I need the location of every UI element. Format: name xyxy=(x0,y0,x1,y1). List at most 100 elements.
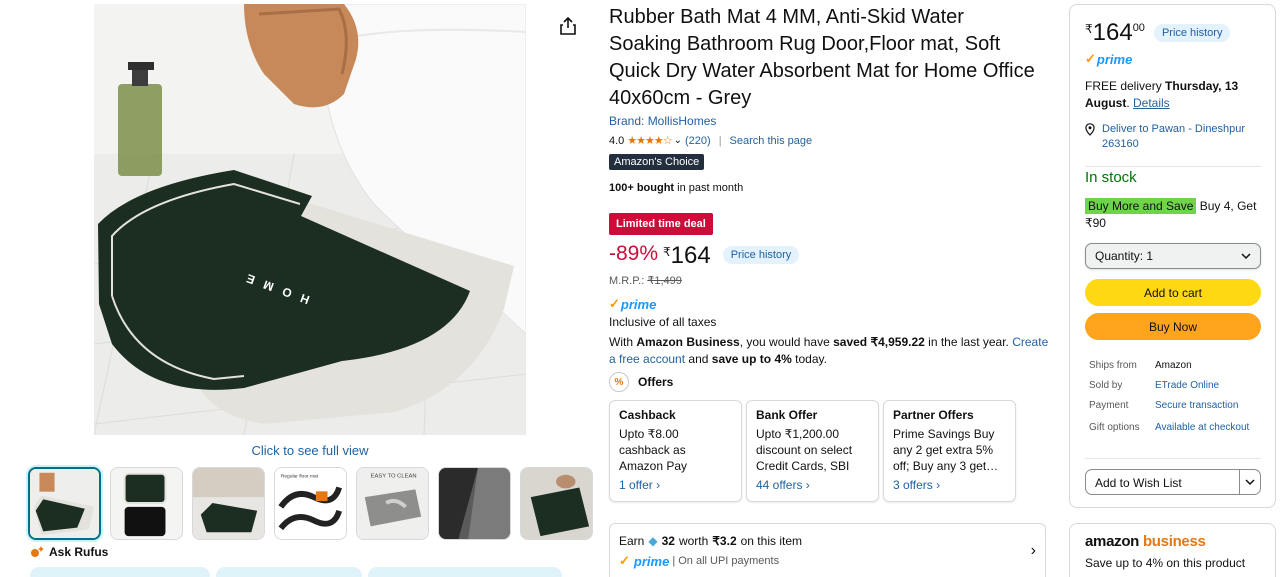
secure-transaction-link[interactable]: Secure transaction xyxy=(1155,400,1238,411)
amazon-business-box[interactable]: amazon business Save up to 4% on this pr… xyxy=(1069,523,1276,577)
offer-card-cashback[interactable]: Cashback Upto ₹8.00 cashback as Amazon P… xyxy=(609,400,742,502)
rufus-chip[interactable] xyxy=(368,567,562,577)
search-this-page-link[interactable]: Search this page xyxy=(730,135,813,147)
buy-now-button[interactable]: Buy Now xyxy=(1085,313,1261,340)
offer-card-title: Partner Offers xyxy=(893,408,974,422)
amazon-business-subtitle: Save up to 4% on this product xyxy=(1085,556,1246,570)
bought-in-past-month: 100+ bought in past month xyxy=(609,182,743,194)
delivery-info: FREE delivery Thursday, 13 August. Detai… xyxy=(1085,78,1270,112)
thumbnail-2[interactable] xyxy=(110,467,183,540)
deliver-to-text: Deliver to Pawan - Dineshpur 263160 xyxy=(1102,123,1246,150)
offer-card-bank[interactable]: Bank Offer Upto ₹1,200.00 discount on se… xyxy=(746,400,879,502)
chevron-down-icon[interactable] xyxy=(1240,470,1260,494)
chevron-down-icon xyxy=(1241,252,1251,259)
offers-percent-icon: % xyxy=(609,372,629,392)
offer-card-link[interactable]: 44 offers › xyxy=(756,478,869,492)
offer-card-link[interactable]: 3 offers › xyxy=(893,478,1006,492)
offer-card-partner[interactable]: Partner Offers Prime Savings Buy any 2 g… xyxy=(883,400,1016,502)
rufus-suggestion-chips xyxy=(30,567,562,577)
biz-text-part: in the last year. xyxy=(924,335,1013,349)
buy-more-save: Buy More and Save Buy 4, Get ₹90 xyxy=(1085,198,1270,232)
prime-badge: ✓ prime xyxy=(609,296,656,312)
biz-text-part: and xyxy=(685,352,712,366)
info-value: Amazon xyxy=(1155,359,1192,371)
buy-box: ₹ 164 00 Price history ✓ prime FREE deli… xyxy=(1069,4,1276,508)
currency-symbol: ₹ xyxy=(1085,22,1093,36)
price-row: -89% ₹ 164 Price history xyxy=(609,242,800,270)
review-count-link[interactable]: (220) xyxy=(685,135,711,147)
info-row-sold-by: Sold by ETrade Online xyxy=(1089,375,1249,395)
thumbnail-6[interactable] xyxy=(438,467,511,540)
quantity-select[interactable]: Quantity: 1 xyxy=(1085,243,1261,269)
bought-count: 100+ bought xyxy=(609,182,675,194)
add-to-cart-button[interactable]: Add to cart xyxy=(1085,279,1261,306)
amazon-business-logo: amazon business xyxy=(1085,533,1260,550)
inclusive-taxes-text: Inclusive of all taxes xyxy=(609,315,717,329)
upi-text: | On all UPI payments xyxy=(672,555,780,567)
thumbnail-7[interactable] xyxy=(520,467,593,540)
biz-text-part: With xyxy=(609,335,637,349)
rufus-chip[interactable] xyxy=(216,567,362,577)
divider xyxy=(1085,166,1261,167)
info-row-payment: Payment Secure transaction xyxy=(1089,395,1249,415)
earn-worth-value: ₹3.2 xyxy=(712,534,737,548)
delivery-text: . xyxy=(1126,96,1133,110)
bought-period: in past month xyxy=(674,182,744,194)
seller-info: Ships from Amazon Sold by ETrade Online … xyxy=(1089,355,1249,439)
prime-logo: prime xyxy=(633,553,670,569)
share-icon[interactable] xyxy=(558,16,578,36)
deliver-to-location[interactable]: Deliver to Pawan - Dineshpur 263160 xyxy=(1085,122,1270,152)
limited-time-deal-badge: Limited time deal xyxy=(609,213,713,235)
location-pin-icon xyxy=(1085,123,1095,136)
gift-options-link[interactable]: Available at checkout xyxy=(1155,422,1249,433)
thumbnail-3[interactable] xyxy=(192,467,265,540)
earn-rewards-box[interactable]: Earn ◆ 32 worth ₹3.2 on this item ✓ prim… xyxy=(609,523,1046,577)
rating-row: 4.0 ★★★★☆ ⌄ (220) | Search this page xyxy=(609,134,813,148)
biz-save-percent: save up to 4% xyxy=(711,352,792,366)
info-key: Sold by xyxy=(1089,379,1123,391)
prime-check-icon: ✓ xyxy=(619,553,630,568)
currency-symbol: ₹ xyxy=(663,245,671,259)
prime-logo: prime xyxy=(620,296,657,312)
info-key: Ships from xyxy=(1089,359,1137,371)
chevron-right-icon: › xyxy=(1030,542,1036,559)
price-history-button[interactable]: Price history xyxy=(722,246,800,264)
prime-check-icon: ✓ xyxy=(1085,51,1096,66)
deal-price: 164 xyxy=(670,242,711,269)
discount-percent: -89% xyxy=(609,242,659,265)
rufus-chip[interactable] xyxy=(30,567,210,577)
prime-check-icon: ✓ xyxy=(609,296,620,311)
chevron-down-icon[interactable]: ⌄ xyxy=(674,135,682,146)
info-key: Gift options xyxy=(1089,421,1140,433)
main-product-image[interactable]: HOME xyxy=(94,4,526,435)
brand-link[interactable]: Brand: MollisHomes xyxy=(609,114,716,128)
thumbnail-1[interactable] xyxy=(28,467,101,540)
thumbnail-4[interactable]: Regular floor mat xyxy=(274,467,347,540)
earn-line: Earn ◆ 32 worth ₹3.2 on this item xyxy=(619,534,1036,548)
offer-card-title: Cashback xyxy=(619,408,676,422)
see-full-view-link[interactable]: Click to see full view xyxy=(240,443,380,458)
thumbnail-strip: Regular floor mat EASY TO CLEAN xyxy=(28,467,593,540)
wish-list-label[interactable]: Add to Wish List xyxy=(1086,470,1240,494)
add-to-wish-list-button[interactable]: Add to Wish List xyxy=(1085,469,1261,495)
thumbnail-1-image xyxy=(30,469,99,538)
thumbnail-7-image xyxy=(521,468,592,539)
offers-heading: % Offers xyxy=(609,372,673,392)
seller-link[interactable]: ETrade Online xyxy=(1155,380,1219,391)
ask-rufus-button[interactable]: Ask Rufus xyxy=(30,545,108,559)
info-row-gift-options: Gift options Available at checkout xyxy=(1089,415,1249,439)
price-history-button[interactable]: Price history xyxy=(1153,24,1231,42)
star-rating-icon[interactable]: ★★★★☆ xyxy=(627,134,672,147)
mrp-value: ₹1,499 xyxy=(647,275,682,287)
mrp-label: M.R.P.: xyxy=(609,275,645,287)
logo-business: business xyxy=(1142,533,1206,550)
rating-value: 4.0 xyxy=(609,134,625,147)
thumbnail-6-image xyxy=(439,468,510,539)
thumbnail-5[interactable]: EASY TO CLEAN xyxy=(356,467,429,540)
offer-cards: Cashback Upto ₹8.00 cashback as Amazon P… xyxy=(609,400,1016,502)
offer-card-body: Upto ₹8.00 cashback as Amazon Pay Balanc… xyxy=(619,427,688,473)
offer-card-link[interactable]: 1 offer › xyxy=(619,478,732,492)
earn-worth: worth xyxy=(678,534,709,548)
info-key: Payment xyxy=(1089,399,1129,411)
delivery-details-link[interactable]: Details xyxy=(1133,96,1170,110)
